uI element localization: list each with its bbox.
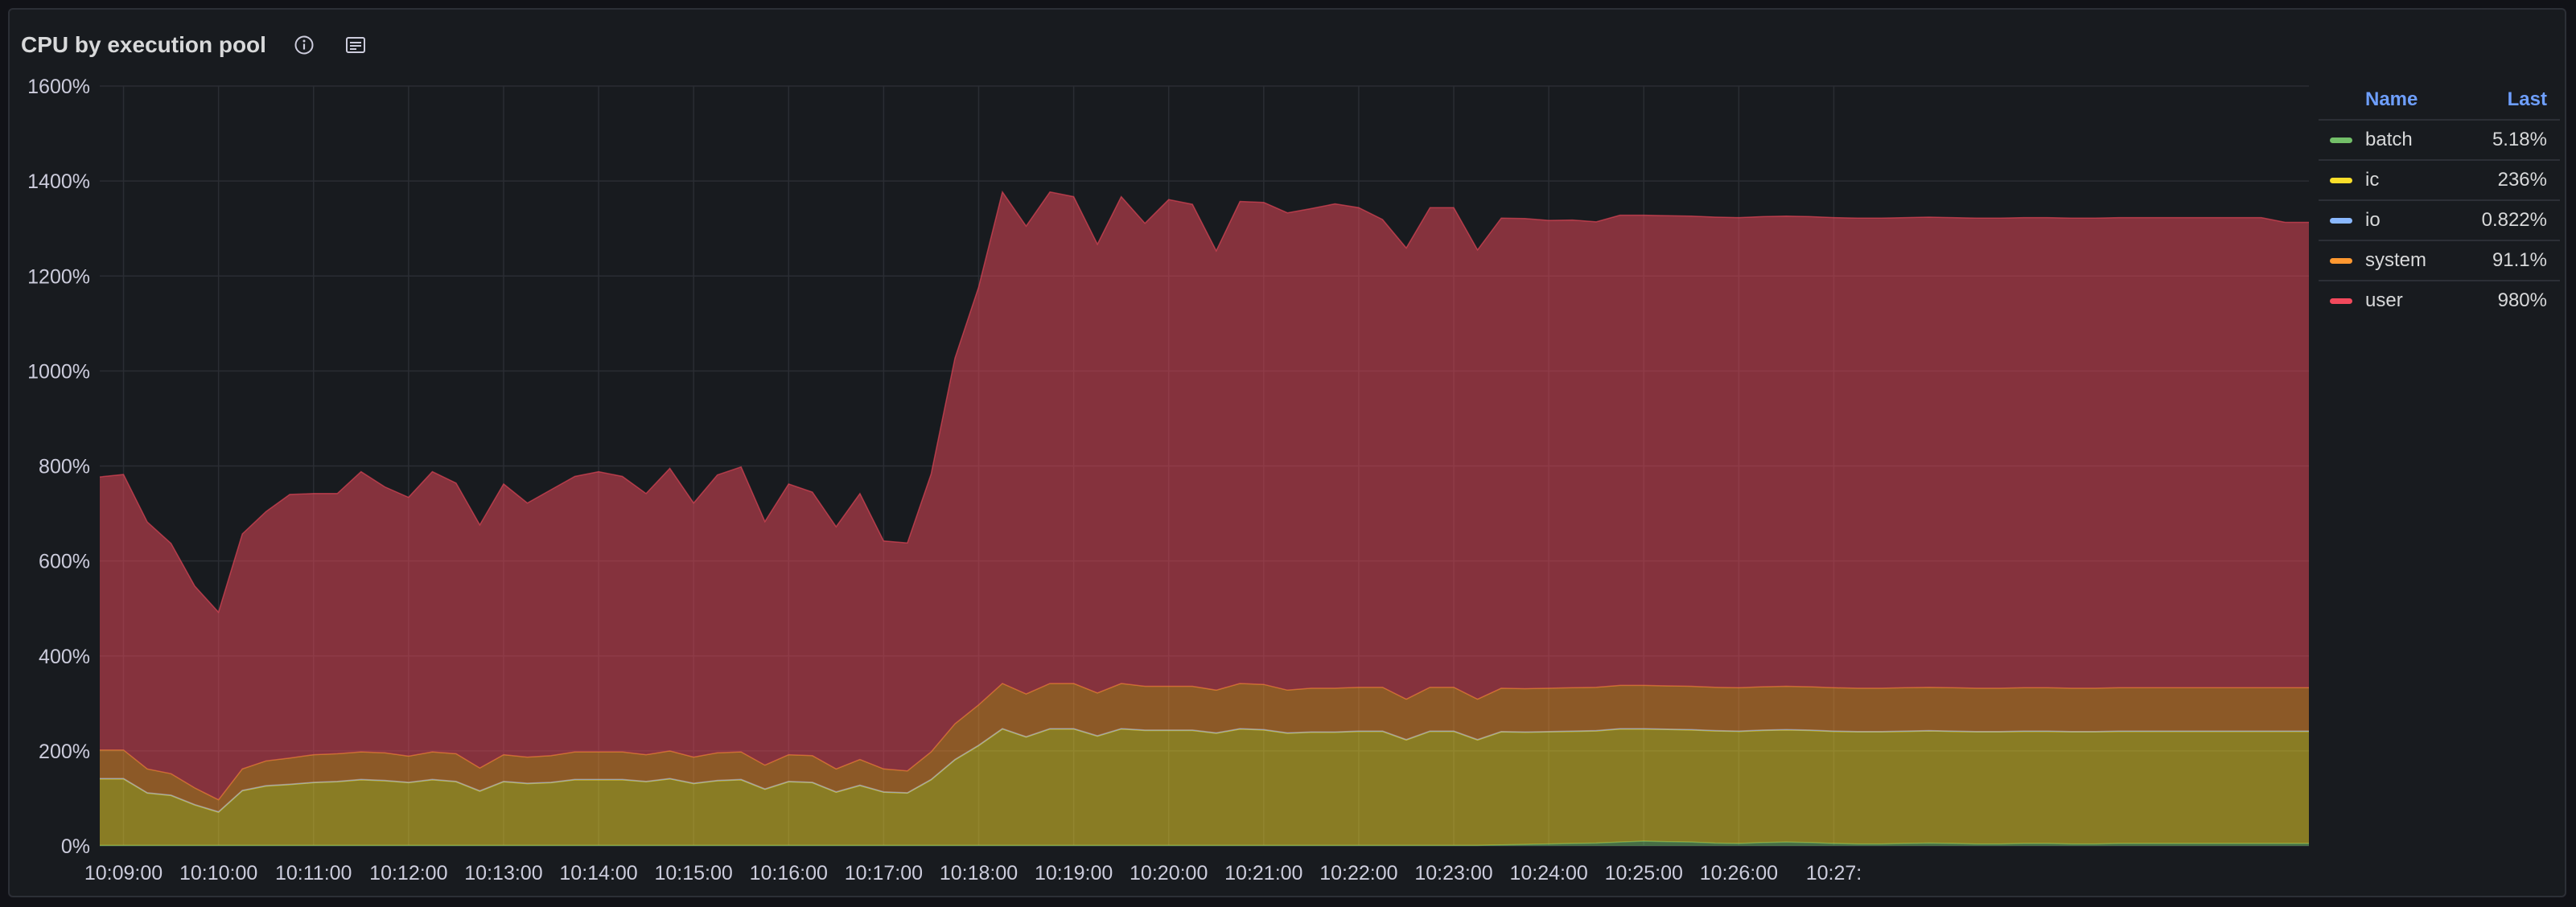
x-tick-label: 10:25:00 [1605, 862, 1683, 884]
x-tick-label: 10:26:00 [1700, 862, 1778, 884]
legend-last-value: 91.1% [2464, 240, 2560, 281]
legend-table: Name Last batch 5.18% ic 236% io 0.822% system… [2319, 82, 2560, 320]
y-tick-label: 0% [61, 835, 90, 858]
x-tick-label: 10:13:00 [464, 862, 542, 884]
x-tick-label: 10:24:00 [1509, 862, 1587, 884]
y-tick-label: 1400% [27, 170, 90, 193]
cpu-area-chart: 0% 200% 400% 600% 800% 1000% 1200% 1400% 1600% 10… [27, 76, 2309, 884]
legend-swatch [2330, 218, 2352, 224]
legend-item-batch[interactable]: batch 5.18% [2319, 119, 2560, 160]
x-tick-label: 10:10:00 [179, 862, 257, 884]
x-tick-label: 10:12:00 [369, 862, 447, 884]
legend-last-value: 236% [2464, 159, 2560, 200]
y-tick-label: 800% [39, 456, 90, 478]
y-tick-label: 1000% [27, 360, 90, 383]
legend-item-user[interactable]: user 980% [2319, 280, 2560, 320]
x-tick-label: 10:22:00 [1319, 862, 1397, 884]
legend-label: batch [2365, 129, 2413, 150]
x-tick-label: 10:20:00 [1130, 862, 1208, 884]
legend-label: user [2365, 289, 2403, 311]
legend-item-ic[interactable]: ic 236% [2319, 159, 2560, 200]
x-tick-label: 10:09:00 [84, 862, 163, 884]
x-tick-label: 10:15:00 [655, 862, 733, 884]
legend-last-value: 5.18% [2464, 119, 2560, 160]
legend-last-value: 980% [2464, 280, 2560, 320]
x-tick-label: 10:18:00 [940, 862, 1018, 884]
legend-header-last[interactable]: Last [2465, 82, 2560, 120]
legend-label: io [2365, 209, 2381, 231]
x-tick-label: 10:11:00 [275, 862, 352, 884]
x-tick-label: 10:19:00 [1035, 862, 1113, 884]
x-tick-label: 10:14:00 [559, 862, 637, 884]
y-tick-label: 1200% [27, 265, 90, 288]
y-tick-label: 1600% [27, 76, 90, 98]
x-tick-label: 10:16:00 [750, 862, 828, 884]
legend-swatch [2330, 178, 2352, 184]
y-tick-label: 600% [39, 551, 90, 573]
legend-item-io[interactable]: io 0.822% [2319, 199, 2560, 240]
legend-header-name[interactable]: Name [2319, 82, 2465, 120]
legend-label: ic [2365, 169, 2380, 191]
x-tick-label: 10:17:00 [845, 862, 923, 884]
legend-swatch [2330, 258, 2352, 265]
x-tick-label: 10:27: [1806, 862, 1862, 884]
x-tick-label: 10:21:00 [1224, 862, 1302, 884]
legend-label: system [2365, 249, 2427, 271]
legend: Name Last batch 5.18% ic 236% io 0.822% system… [2319, 82, 2560, 320]
x-tick-label: 10:23:00 [1414, 862, 1492, 884]
legend-last-value: 0.822% [2464, 199, 2560, 240]
y-tick-label: 200% [39, 741, 90, 763]
legend-swatch [2330, 298, 2352, 305]
legend-item-system[interactable]: system 91.1% [2319, 240, 2560, 281]
cpu-panel: CPU by execution pool 0% 200% 400% 600% 800%… [8, 8, 2566, 897]
y-tick-label: 400% [39, 646, 90, 668]
legend-swatch [2330, 137, 2352, 144]
